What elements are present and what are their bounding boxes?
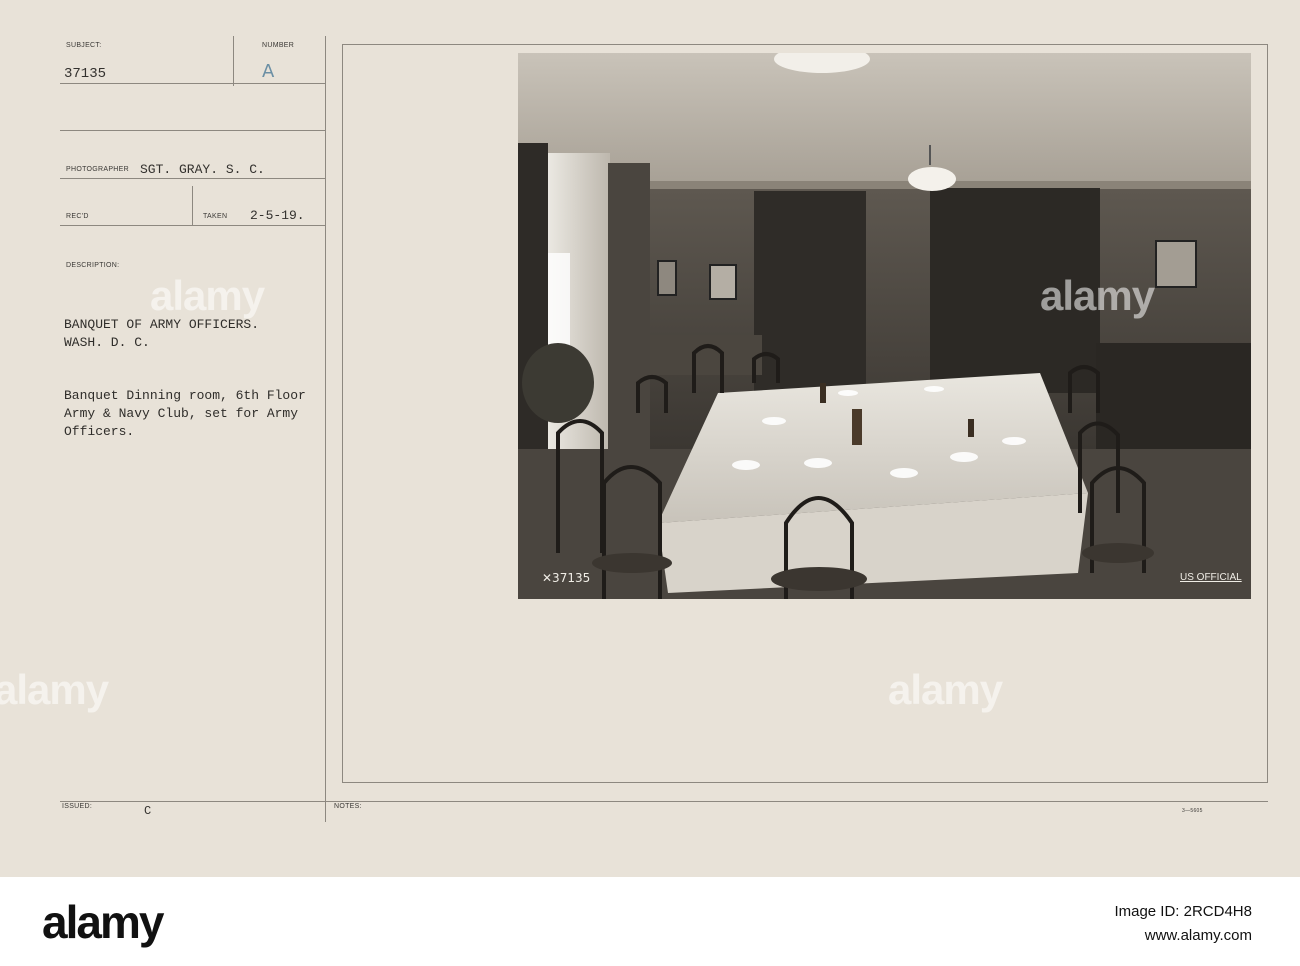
negative-number: ✕37135 bbox=[542, 571, 591, 585]
site-url: www.alamy.com bbox=[1144, 927, 1252, 944]
stock-footer bbox=[0, 877, 1300, 966]
subject-label: SUBJECT: bbox=[66, 42, 102, 49]
number-value: A bbox=[262, 61, 275, 82]
alamy-logo: alamy bbox=[42, 896, 164, 948]
watermark-bottom-right: alamy bbox=[888, 666, 1003, 713]
watermark-right: alamy bbox=[1040, 272, 1155, 319]
taken-value: 2-5-19. bbox=[250, 208, 305, 223]
photographer-label: PHOTOGRAPHER bbox=[66, 166, 129, 173]
banquet-room-photo: ✕37135 US OFFICIAL bbox=[518, 53, 1251, 599]
left-column-divider bbox=[325, 36, 326, 822]
description-line-5: Officers. bbox=[64, 424, 135, 439]
watermark-left: alamy bbox=[150, 272, 265, 319]
banquet-room-illustration bbox=[518, 53, 1251, 599]
recd-label: REC'D bbox=[66, 213, 89, 220]
divider-recd-taken bbox=[192, 186, 193, 226]
watermark-bottom-left: alamy bbox=[0, 666, 109, 713]
description-line-4: Army & Navy Club, set for Army bbox=[64, 406, 299, 421]
rule-taken bbox=[60, 225, 326, 226]
description-line-2: WASH. D. C. bbox=[64, 335, 150, 350]
archive-record-card: SUBJECT: NUMBER 37135 A PHOTOGRAPHER SGT… bbox=[0, 0, 1300, 877]
issued-label: ISSUED: bbox=[62, 803, 93, 810]
taken-label: TAKEN bbox=[203, 213, 228, 220]
us-official-stamp: US OFFICIAL bbox=[1180, 572, 1242, 583]
photographer-value: SGT. GRAY. S. C. bbox=[140, 162, 265, 177]
form-code: 3—5605 bbox=[1182, 808, 1203, 814]
rule-header bbox=[60, 130, 326, 131]
rule-photographer bbox=[60, 178, 326, 179]
description-line-3: Banquet Dinning room, 6th Floor bbox=[64, 388, 306, 403]
rule-subject bbox=[60, 83, 326, 84]
notes-label: NOTES: bbox=[334, 803, 362, 810]
issued-value: C bbox=[144, 804, 152, 818]
image-id: Image ID: 2RCD4H8 bbox=[1114, 903, 1252, 920]
description-label: DESCRIPTION: bbox=[66, 262, 120, 269]
number-label: NUMBER bbox=[262, 42, 295, 49]
subject-value: 37135 bbox=[64, 66, 107, 82]
divider-subject-number bbox=[233, 36, 234, 86]
bottom-rule bbox=[60, 801, 1268, 802]
